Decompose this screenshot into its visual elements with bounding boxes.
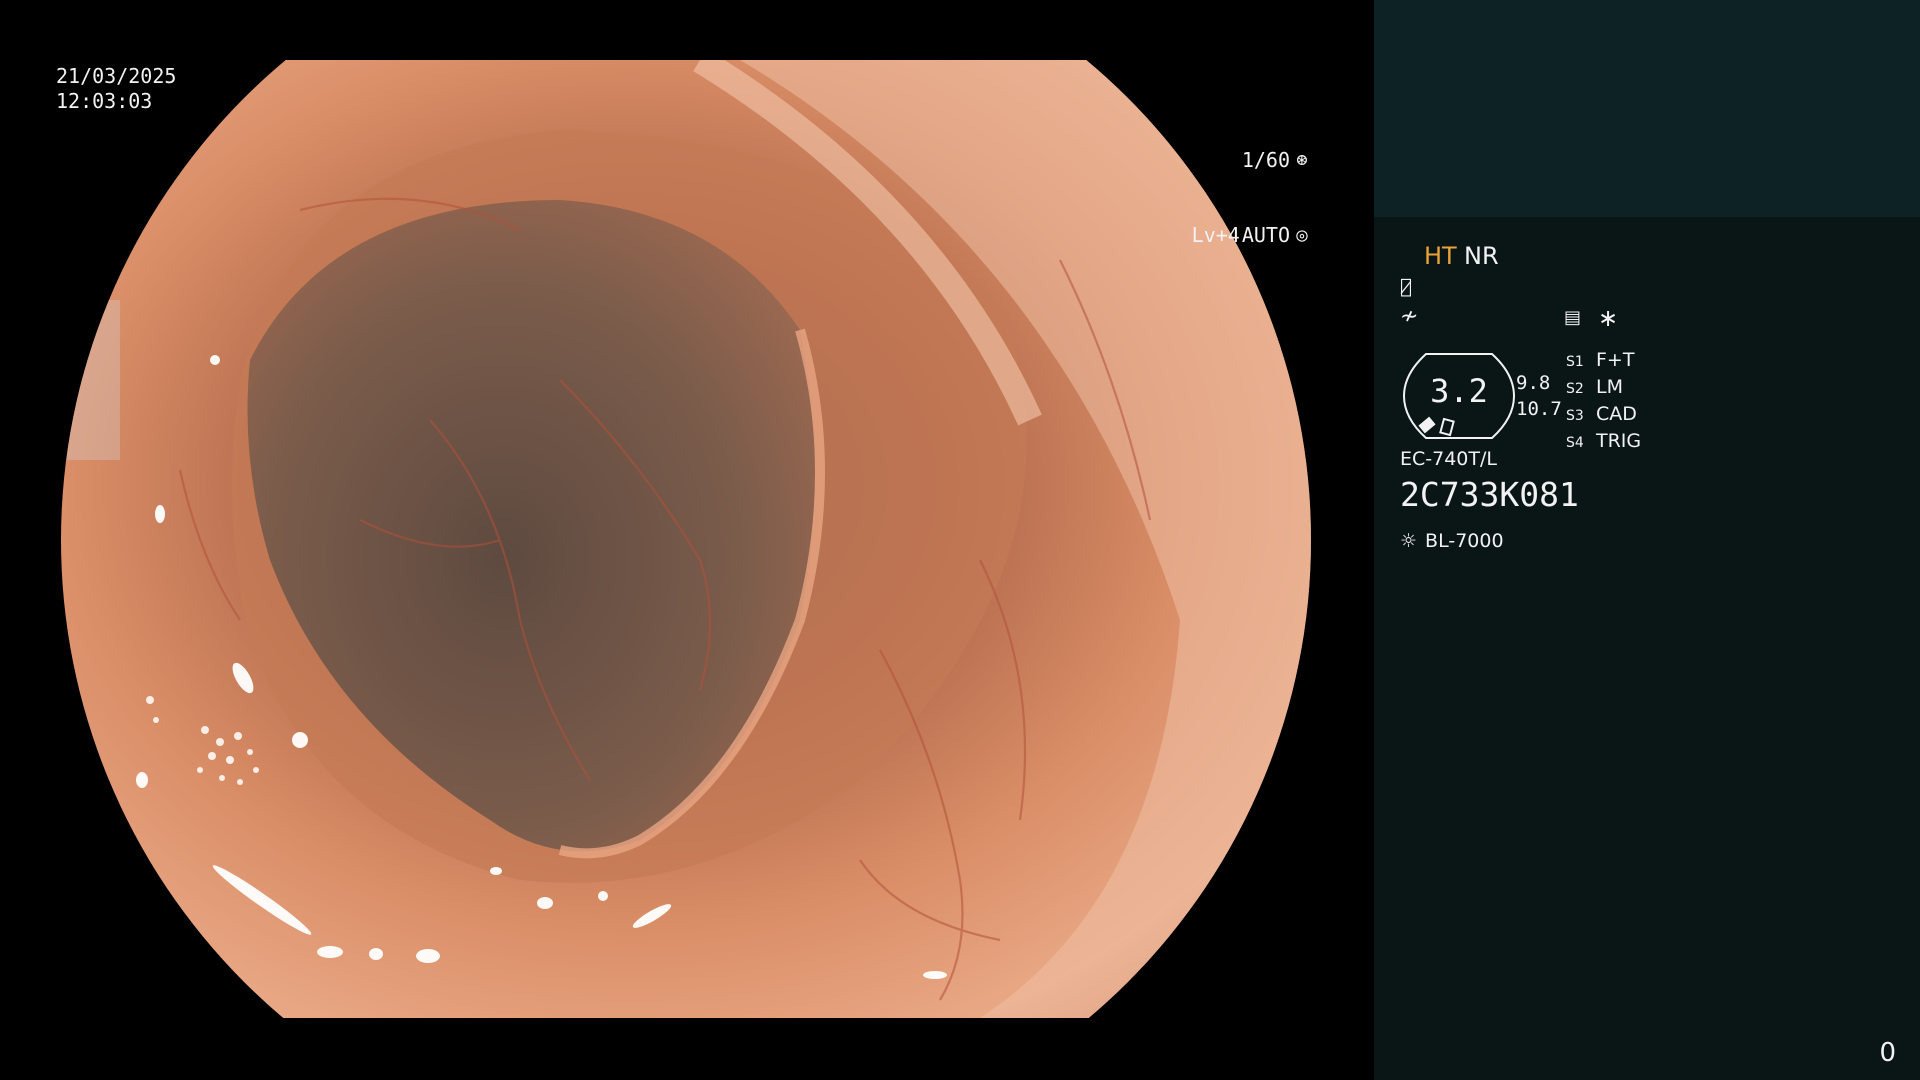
switch-key: S3 xyxy=(1566,408,1584,424)
panel-header-area xyxy=(1374,0,1920,217)
structure-enhance-icon: ≁ xyxy=(1400,304,1419,329)
aperture-icon: ⊛ xyxy=(1296,149,1308,171)
zoom-aux-top: 9.8 xyxy=(1516,372,1551,394)
light-source-icon: ☼ xyxy=(1400,530,1418,552)
endoscopy-screen: 21/03/2025 12:03:03 1/60 ⊛ Lv+4 AUTO ◎ H… xyxy=(0,0,1920,1080)
asterisk-icon: ∗ xyxy=(1598,304,1619,332)
switch-row: S3 CAD xyxy=(1566,402,1641,429)
info-panel: HT NR ⌒̷ ≁ ▤ ∗ 3.2 9.8 10.7 S1 F+T S2 LM S… xyxy=(1374,0,1920,1080)
scope-serial: 2C733K081 xyxy=(1400,475,1579,514)
light-source: ☼ BL-7000 xyxy=(1400,530,1504,552)
switch-row: S1 F+T xyxy=(1566,348,1641,375)
enhancement-curve-icon: ⌒̷ xyxy=(1400,274,1413,298)
iris-mode: AUTO xyxy=(1241,223,1290,247)
switch-value: TRIG xyxy=(1596,430,1642,452)
switch-key: S1 xyxy=(1566,354,1584,370)
capture-datetime: 21/03/2025 12:03:03 xyxy=(56,64,176,114)
endoscopic-image: 21/03/2025 12:03:03 1/60 ⊛ Lv+4 AUTO ◎ xyxy=(0,0,1372,1080)
switch-value: CAD xyxy=(1596,403,1637,425)
switch-row: S4 TRIG xyxy=(1566,429,1641,456)
colon-lumen-image xyxy=(61,60,1311,1018)
zoom-value: 3.2 xyxy=(1430,372,1488,410)
switch-row: S2 LM xyxy=(1566,375,1641,402)
capture-time: 12:03:03 xyxy=(56,89,153,113)
switch-key: S2 xyxy=(1566,381,1584,397)
switch-key: S4 xyxy=(1566,435,1584,451)
exposure-readout: 1/60 ⊛ Lv+4 AUTO ◎ xyxy=(1192,98,1312,298)
scope-model: EC-740T/L xyxy=(1400,448,1497,470)
shutter-speed: 1/60 xyxy=(1241,148,1290,172)
zoom-aux-values: 9.8 10.7 xyxy=(1516,370,1562,422)
switch-value: F+T xyxy=(1596,349,1635,371)
iris-icon: ◎ xyxy=(1296,224,1308,246)
frame-counter: 0 xyxy=(1879,1038,1896,1068)
iris-level: Lv+4 xyxy=(1191,223,1240,247)
mode-ht-indicator: HT xyxy=(1424,242,1457,270)
scope-switch-assignments: S1 F+T S2 LM S3 CAD S4 TRIG xyxy=(1566,348,1641,456)
settings-sheet-icon: ▤ xyxy=(1564,307,1582,328)
light-source-model: BL-7000 xyxy=(1425,530,1504,552)
mode-nr-indicator: NR xyxy=(1464,242,1499,270)
capture-date: 21/03/2025 xyxy=(56,64,177,88)
switch-value: LM xyxy=(1596,376,1623,398)
zoom-gauge: 3.2 xyxy=(1400,350,1518,442)
zoom-aux-bottom: 10.7 xyxy=(1516,398,1562,420)
